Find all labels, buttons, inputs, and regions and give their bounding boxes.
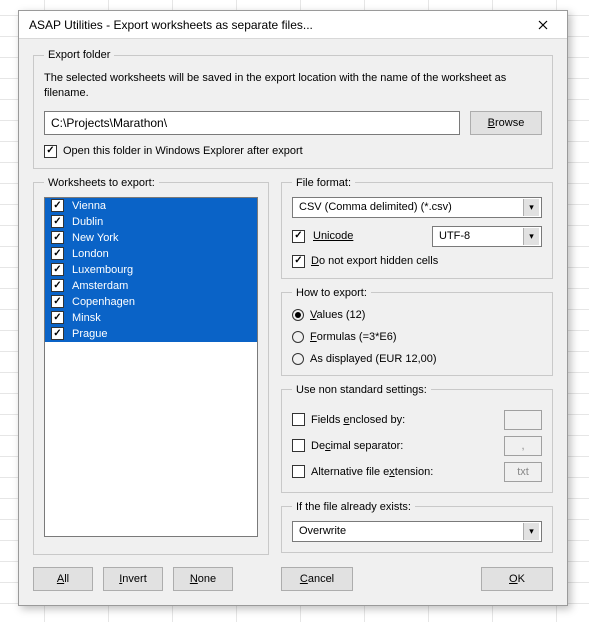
export-values-label: Values (12): [310, 309, 365, 321]
alt-ext-input: [504, 462, 542, 482]
worksheet-name: New York: [72, 232, 118, 244]
chevron-down-icon: [523, 523, 539, 540]
nonstandard-group: Use non standard settings: Fields enclos…: [281, 384, 553, 493]
export-folder-legend: Export folder: [44, 49, 114, 61]
worksheet-checkbox[interactable]: [51, 247, 64, 260]
open-after-label: Open this folder in Windows Explorer aft…: [63, 145, 303, 157]
worksheet-item[interactable]: Vienna: [45, 198, 257, 214]
worksheet-item[interactable]: Amsterdam: [45, 278, 257, 294]
export-dialog: ASAP Utilities - Export worksheets as se…: [18, 10, 568, 606]
decimal-sep-checkbox[interactable]: [292, 439, 305, 452]
worksheet-checkbox[interactable]: [51, 311, 64, 324]
export-path-input[interactable]: [44, 111, 460, 135]
file-exists-group: If the file already exists: Overwrite: [281, 501, 553, 553]
browse-button[interactable]: Browse: [470, 111, 542, 135]
worksheet-checkbox[interactable]: [51, 231, 64, 244]
decimal-sep-input: [504, 436, 542, 456]
worksheet-checkbox[interactable]: [51, 295, 64, 308]
worksheets-legend: Worksheets to export:: [44, 177, 159, 189]
worksheet-name: Luxembourg: [72, 264, 133, 276]
worksheet-checkbox[interactable]: [51, 279, 64, 292]
worksheet-item[interactable]: Dublin: [45, 214, 257, 230]
cancel-button[interactable]: Cancel: [281, 567, 353, 591]
export-asdisplayed-label: As displayed (EUR 12,00): [310, 353, 437, 365]
worksheet-checkbox[interactable]: [51, 327, 64, 340]
fields-enclosed-input: [504, 410, 542, 430]
worksheet-name: Amsterdam: [72, 280, 128, 292]
file-exists-value: Overwrite: [299, 525, 523, 537]
export-formulas-label: Formulas (=3*E6): [310, 331, 397, 343]
select-none-button[interactable]: None: [173, 567, 233, 591]
worksheet-checkbox[interactable]: [51, 215, 64, 228]
worksheet-item[interactable]: Minsk: [45, 310, 257, 326]
worksheet-checkbox[interactable]: [51, 263, 64, 276]
export-folder-desc: The selected worksheets will be saved in…: [44, 71, 542, 101]
worksheets-group: Worksheets to export: Vienna Dublin New Yo…: [33, 177, 269, 555]
close-icon: [538, 20, 548, 30]
alt-ext-label: Alternative file extension:: [311, 466, 433, 478]
decimal-sep-label: Decimal separator:: [311, 440, 403, 452]
worksheet-item[interactable]: Copenhagen: [45, 294, 257, 310]
no-hidden-label: Do not export hidden cells: [311, 255, 438, 267]
fields-enclosed-label: Fields enclosed by:: [311, 414, 405, 426]
worksheet-name: Prague: [72, 328, 107, 340]
worksheet-name: Vienna: [72, 200, 106, 212]
worksheet-item[interactable]: Prague: [45, 326, 257, 342]
fields-enclosed-checkbox[interactable]: [292, 413, 305, 426]
alt-ext-checkbox[interactable]: [292, 465, 305, 478]
file-format-value: CSV (Comma delimited) (*.csv): [299, 201, 523, 213]
file-format-group: File format: CSV (Comma delimited) (*.cs…: [281, 177, 553, 279]
worksheet-name: London: [72, 248, 109, 260]
worksheet-name: Dublin: [72, 216, 103, 228]
worksheet-item[interactable]: New York: [45, 230, 257, 246]
file-exists-combo[interactable]: Overwrite: [292, 521, 542, 542]
export-formulas-radio[interactable]: [292, 331, 304, 343]
open-after-checkbox[interactable]: [44, 145, 57, 158]
titlebar: ASAP Utilities - Export worksheets as se…: [19, 11, 567, 39]
unicode-checkbox[interactable]: [292, 230, 305, 243]
worksheet-item[interactable]: Luxembourg: [45, 262, 257, 278]
close-button[interactable]: [523, 14, 563, 36]
chevron-down-icon: [523, 228, 539, 245]
file-exists-legend: If the file already exists:: [292, 501, 415, 513]
encoding-value: UTF-8: [439, 230, 523, 242]
invert-button[interactable]: Invert: [103, 567, 163, 591]
nonstandard-legend: Use non standard settings:: [292, 384, 431, 396]
no-hidden-checkbox[interactable]: [292, 255, 305, 268]
chevron-down-icon: [523, 199, 539, 216]
dialog-title: ASAP Utilities - Export worksheets as se…: [29, 18, 523, 32]
worksheet-name: Copenhagen: [72, 296, 135, 308]
ok-button[interactable]: OK: [481, 567, 553, 591]
export-values-radio[interactable]: [292, 309, 304, 321]
worksheet-checkbox[interactable]: [51, 199, 64, 212]
encoding-combo[interactable]: UTF-8: [432, 226, 542, 247]
file-format-legend: File format:: [292, 177, 355, 189]
file-format-combo[interactable]: CSV (Comma delimited) (*.csv): [292, 197, 542, 218]
how-to-export-legend: How to export:: [292, 287, 371, 299]
select-all-button[interactable]: All: [33, 567, 93, 591]
export-folder-group: Export folder The selected worksheets wi…: [33, 49, 553, 169]
export-asdisplayed-radio[interactable]: [292, 353, 304, 365]
worksheet-name: Minsk: [72, 312, 101, 324]
worksheet-list[interactable]: Vienna Dublin New York London Luxembourg Amst…: [44, 197, 258, 537]
how-to-export-group: How to export: Values (12) Formulas (=3*…: [281, 287, 553, 376]
worksheet-item[interactable]: London: [45, 246, 257, 262]
unicode-label: Unicode: [313, 230, 353, 242]
